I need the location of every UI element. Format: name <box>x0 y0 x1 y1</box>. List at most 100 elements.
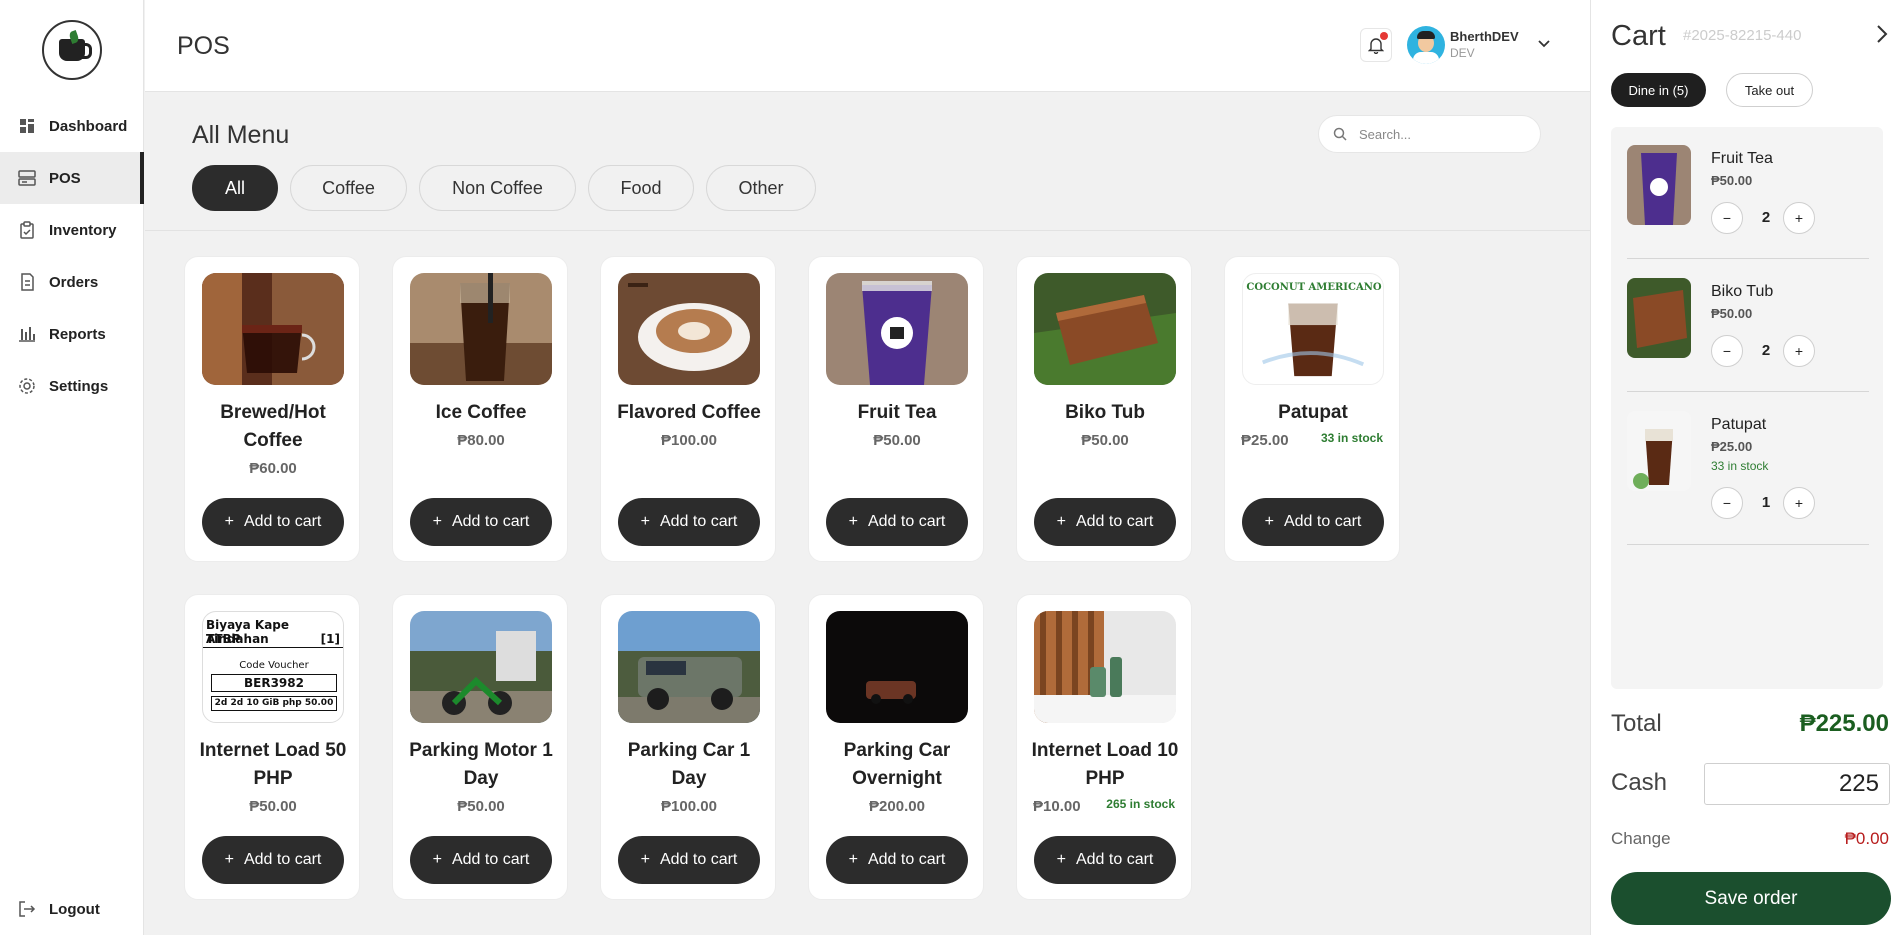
divider <box>145 230 1590 231</box>
product-card[interactable]: Brewed/Hot Coffee ₱60.00 + Add to cart <box>184 256 360 562</box>
add-to-cart-button[interactable]: + Add to cart <box>618 498 760 546</box>
cash-input[interactable] <box>1704 763 1890 805</box>
chevron-down-icon[interactable] <box>1537 36 1551 54</box>
product-card[interactable]: Parking Car Overnight ₱200.00 + Add to ca… <box>808 594 984 900</box>
add-to-cart-button[interactable]: + Add to cart <box>202 836 344 884</box>
notification-button[interactable] <box>1360 28 1392 62</box>
add-to-cart-label: Add to cart <box>451 513 530 530</box>
cart-item-name: Fruit Tea <box>1711 150 1773 167</box>
logout-button[interactable]: Logout <box>0 883 144 935</box>
product-card[interactable]: Biko Tub ₱50.00 + Add to cart <box>1016 256 1192 562</box>
cart-item-stock: 33 in stock <box>1711 459 1769 473</box>
take-out-button[interactable]: Take out <box>1726 73 1813 107</box>
product-card[interactable]: Internet Load 10 PHP ₱10.00 265 in stock… <box>1016 594 1192 900</box>
add-to-cart-label: Add to cart <box>867 513 946 530</box>
decrement-button[interactable]: − <box>1711 202 1743 234</box>
sidebar-item-orders[interactable]: Orders <box>0 256 144 308</box>
sidebar-nav: Dashboard POS Inventory Orders Reports S… <box>0 100 144 412</box>
product-image <box>410 611 552 723</box>
reports-icon <box>18 325 36 343</box>
plus-icon: + <box>224 851 234 868</box>
product-card[interactable]: Fruit Tea ₱50.00 + Add to cart <box>808 256 984 562</box>
search-box <box>1318 115 1541 153</box>
sidebar-item-dashboard[interactable]: Dashboard <box>0 100 144 152</box>
add-to-cart-button[interactable]: + Add to cart <box>826 498 968 546</box>
total-value: ₱225.00 <box>1799 710 1889 737</box>
cash-label: Cash <box>1611 769 1668 796</box>
sidebar-item-inventory[interactable]: Inventory <box>0 204 144 256</box>
decrement-button[interactable]: − <box>1711 487 1743 519</box>
quantity-value: 1 <box>1761 494 1771 511</box>
increment-button[interactable]: + <box>1783 487 1815 519</box>
user-name: BherthDEV <box>1450 29 1519 44</box>
product-name: Internet Load 10 PHP <box>1031 740 1179 789</box>
sidebar-item-settings[interactable]: Settings <box>0 360 144 412</box>
change-value: ₱0.00 <box>1844 829 1889 848</box>
filter-non-coffee[interactable]: Non Coffee <box>419 165 576 211</box>
plus-icon: + <box>1264 513 1274 530</box>
product-card[interactable]: Parking Car 1 Day ₱100.00 + Add to cart <box>600 594 776 900</box>
stock-badge: 33 in stock <box>1320 431 1383 445</box>
cart-item-price: ₱50.00 <box>1711 306 1753 321</box>
cart-item: Biko Tub ₱50.00 − 2 + <box>1627 260 1869 392</box>
search-input[interactable] <box>1359 126 1529 142</box>
increment-button[interactable]: + <box>1783 202 1815 234</box>
decrement-button[interactable]: − <box>1711 335 1743 367</box>
sidebar-item-label: Settings <box>49 377 109 395</box>
add-to-cart-button[interactable]: + Add to cart <box>202 498 344 546</box>
cart-items: Fruit Tea ₱50.00 − 2 + Biko Tub ₱50.00 −… <box>1611 127 1883 689</box>
filter-other[interactable]: Other <box>706 165 816 211</box>
cart-title: Cart <box>1611 20 1666 52</box>
user-role: DEV <box>1450 46 1475 60</box>
product-card[interactable]: Flavored Coffee ₱100.00 + Add to cart <box>600 256 776 562</box>
avatar[interactable] <box>1407 26 1445 64</box>
sidebar-item-label: Dashboard <box>49 117 128 135</box>
add-to-cart-label: Add to cart <box>867 851 946 868</box>
logout-icon <box>18 900 36 918</box>
product-card[interactable]: COCONUT AMERICANO Patupat ₱25.00 33 in s… <box>1224 256 1400 562</box>
add-to-cart-button[interactable]: + Add to cart <box>826 836 968 884</box>
filter-food[interactable]: Food <box>588 165 694 211</box>
add-to-cart-button[interactable]: + Add to cart <box>618 836 760 884</box>
product-image <box>1034 273 1176 385</box>
add-to-cart-button[interactable]: + Add to cart <box>1034 498 1176 546</box>
product-name: Flavored Coffee <box>617 402 761 423</box>
product-price: ₱100.00 <box>661 798 717 815</box>
increment-button[interactable]: + <box>1783 335 1815 367</box>
chevron-right-icon[interactable] <box>1876 24 1888 49</box>
plus-icon: + <box>432 851 442 868</box>
save-order-button[interactable]: Save order <box>1611 872 1891 925</box>
cart-item: Fruit Tea ₱50.00 − 2 + <box>1627 127 1869 259</box>
add-to-cart-button[interactable]: + Add to cart <box>1034 836 1176 884</box>
plus-icon: + <box>1056 851 1066 868</box>
product-image: Biyaya Kape Tindahan ATBP [1] Code Vouch… <box>202 611 344 723</box>
sidebar-item-label: Reports <box>49 325 106 343</box>
product-card[interactable]: Biyaya Kape Tindahan ATBP [1] Code Vouch… <box>184 594 360 900</box>
settings-icon <box>18 377 36 395</box>
product-card[interactable]: Ice Coffee ₱80.00 + Add to cart <box>392 256 568 562</box>
plus-icon: + <box>640 851 650 868</box>
product-card[interactable]: Parking Motor 1 Day ₱50.00 + Add to cart <box>392 594 568 900</box>
logout-label: Logout <box>49 900 100 918</box>
product-image <box>618 611 760 723</box>
change-label: Change <box>1611 829 1671 848</box>
add-to-cart-label: Add to cart <box>243 513 322 530</box>
add-to-cart-label: Add to cart <box>1075 851 1154 868</box>
dine-in-button[interactable]: Dine in (5) <box>1611 73 1706 107</box>
notification-dot <box>1380 32 1388 40</box>
product-name: Brewed/Hot Coffee <box>220 402 326 451</box>
cart-item-name: Biko Tub <box>1711 283 1774 300</box>
product-price: ₱50.00 <box>249 798 297 815</box>
cart-item-image <box>1627 145 1691 225</box>
plus-icon: + <box>640 513 650 530</box>
filter-coffee[interactable]: Coffee <box>290 165 407 211</box>
add-to-cart-button[interactable]: + Add to cart <box>410 498 552 546</box>
sidebar-item-reports[interactable]: Reports <box>0 308 144 360</box>
filter-all[interactable]: All <box>192 165 278 211</box>
product-image <box>1034 611 1176 723</box>
add-to-cart-button[interactable]: + Add to cart <box>1242 498 1384 546</box>
add-to-cart-button[interactable]: + Add to cart <box>410 836 552 884</box>
voucher-line5: 2d 2d 10 GiB php 50.00 <box>211 696 337 711</box>
sidebar-item-pos[interactable]: POS <box>0 152 144 204</box>
product-name: Patupat <box>1278 402 1348 423</box>
